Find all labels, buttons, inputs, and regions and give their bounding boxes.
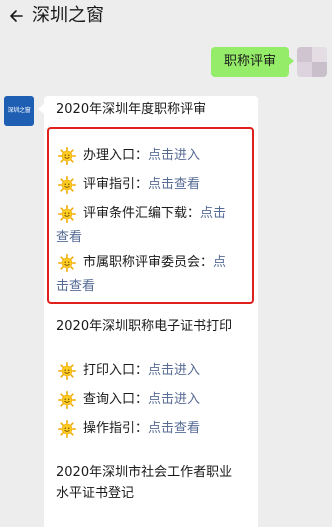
section-heading-certificate-print: 2020年深圳职称电子证书打印 — [56, 319, 233, 334]
query-link[interactable]: 点击进入 — [148, 392, 200, 407]
outgoing-message-bubble[interactable]: 职称评审 — [211, 47, 289, 77]
red-highlight-box — [47, 127, 254, 304]
sun-emoji-icon — [58, 420, 76, 438]
sun-emoji-icon — [58, 362, 76, 380]
guide-link[interactable]: 点击查看 — [148, 421, 200, 436]
official-account-avatar[interactable]: 深圳之窗 — [4, 96, 34, 126]
list-item: 操作指引：点击查看 — [83, 421, 201, 436]
chat-header: 深圳之窗 — [0, 0, 332, 34]
outgoing-bubble-tail — [288, 56, 294, 66]
user-avatar[interactable] — [297, 47, 327, 77]
print-link[interactable]: 点击进入 — [148, 363, 200, 378]
avatar-logo: 深圳之窗 — [7, 107, 31, 114]
back-arrow-icon[interactable] — [6, 4, 26, 28]
chat-title: 深圳之窗 — [32, 5, 104, 26]
list-item: 查询入口：点击进入 — [83, 392, 201, 407]
sun-emoji-icon — [58, 391, 76, 409]
section-heading-title-review: 2020年深圳年度职称评审 — [56, 102, 207, 117]
section-heading-social-worker-line2: 水平证书登记 — [56, 486, 135, 501]
list-item: 打印入口：点击进入 — [83, 363, 201, 378]
section-heading-social-worker: 2020年深圳市社会工作者职业 — [56, 465, 233, 480]
